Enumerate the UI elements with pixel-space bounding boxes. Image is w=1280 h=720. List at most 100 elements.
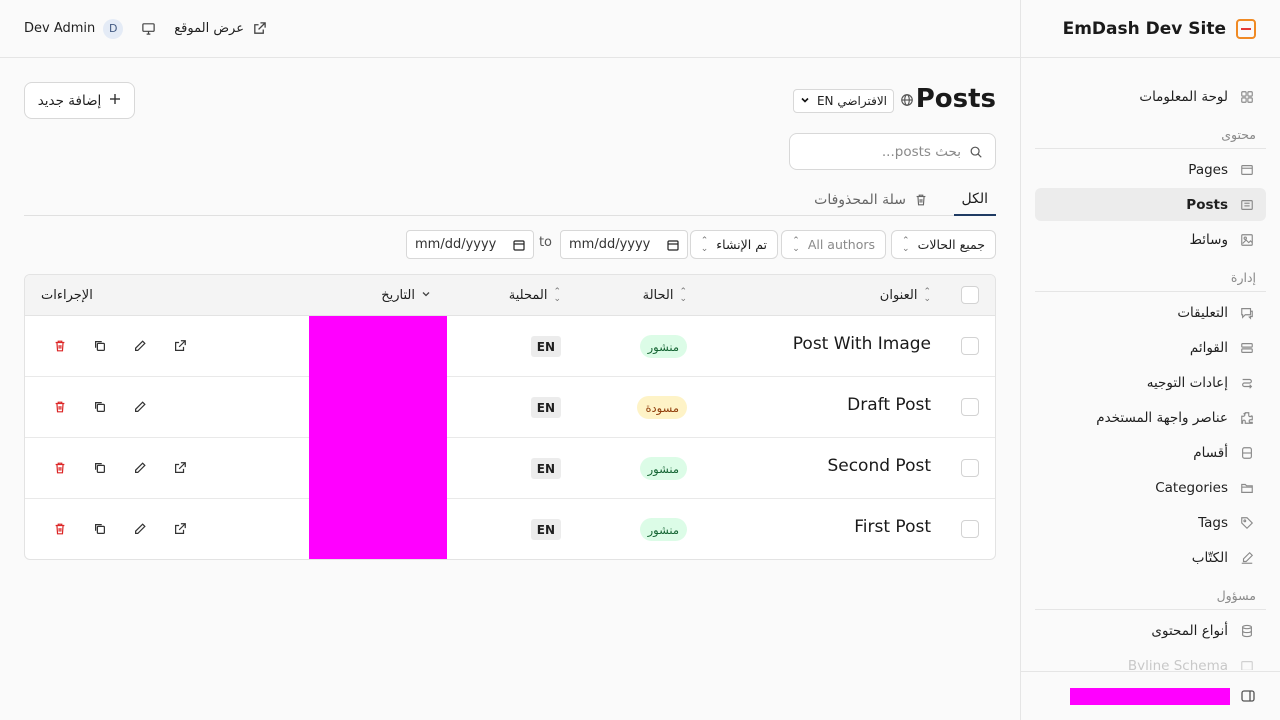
sidebar-item-sections[interactable]: أقسام (1035, 436, 1266, 469)
post-title-link[interactable]: Second Post (827, 456, 931, 476)
sidebar-item-categories[interactable]: Categories (1035, 471, 1266, 504)
external-link-icon (252, 21, 267, 36)
post-title-link[interactable]: First Post (854, 517, 931, 537)
sort-filter[interactable]: ⌃ ⌄ تم الإنشاء (689, 230, 778, 259)
authors-filter-value: All authors (807, 237, 875, 252)
column-title-label: العنوان (879, 288, 918, 303)
top-bar: Dev Admin D عرض الموقع (0, 0, 1020, 58)
row-checkbox[interactable] (961, 398, 979, 416)
site-logo-icon (1236, 18, 1256, 39)
sidebar-item-redirects[interactable]: إعادات التوجيه (1035, 366, 1266, 399)
open-external-icon[interactable] (173, 339, 187, 353)
status-filter[interactable]: ⌃ ⌄ جميع الحالات (891, 230, 996, 259)
sidebar-item-tags[interactable]: Tags (1035, 506, 1266, 539)
sidebar-toggle-icon[interactable] (1240, 688, 1256, 704)
column-status-label: الحالة (642, 288, 674, 303)
date-to-input[interactable]: mm/dd/yyyy (560, 230, 688, 259)
post-title-link[interactable]: Post With Image (793, 334, 931, 354)
posts-icon (1240, 198, 1254, 212)
redacted-date-cell (309, 499, 447, 559)
chevron-down-icon (421, 288, 431, 303)
sidebar-item-label: Posts (1186, 196, 1228, 213)
row-checkbox[interactable] (961, 337, 979, 355)
table-row: First Post منشور EN (25, 499, 995, 559)
post-title-link[interactable]: Draft Post (847, 395, 931, 415)
status-badge: منشور (639, 457, 687, 480)
locale-select[interactable]: EN الافتراضي (793, 89, 894, 113)
database-icon (1240, 624, 1254, 638)
edit-icon[interactable] (133, 461, 147, 475)
duplicate-icon[interactable] (93, 400, 107, 414)
column-date-label: التاريخ (381, 288, 415, 303)
sidebar-item-media[interactable]: وسائط (1035, 223, 1266, 256)
date-from-input[interactable]: mm/dd/yyyy (406, 230, 534, 259)
tag-icon (1240, 516, 1254, 530)
select-all-checkbox[interactable] (961, 286, 979, 304)
chevron-updown-icon: ⌃ ⌄ (792, 235, 800, 254)
delete-icon[interactable] (53, 400, 67, 414)
locale-badge: EN (530, 397, 561, 418)
monitor-icon[interactable] (141, 21, 156, 36)
search-input[interactable]: بحث posts... (789, 133, 996, 170)
edit-icon[interactable] (133, 522, 147, 536)
sidebar-item-label: وسائط (1189, 231, 1228, 248)
avatar[interactable]: D (103, 18, 124, 39)
sidebar-item-label: إعادات التوجيه (1146, 374, 1228, 391)
sidebar-footer (1021, 671, 1280, 720)
redacted-date-cell (309, 438, 447, 499)
menus-icon (1240, 341, 1254, 355)
user-name[interactable]: Dev Admin (24, 21, 95, 36)
sidebar-item-label: الكتّاب (1191, 549, 1228, 566)
sidebar-item-content-types[interactable]: أنواع المحتوى (1035, 614, 1266, 647)
sidebar-item-authors[interactable]: الكتّاب (1035, 541, 1266, 574)
posts-table: العنوان ⌃ ⌄ الحالة ⌃ ⌄ المحلية ⌃ ⌄ التاريخ … (24, 274, 996, 560)
sidebar-item-label: Categories (1155, 479, 1228, 496)
sort-filter-value: تم الإنشاء (716, 237, 767, 252)
sidebar-item-byline-schema[interactable]: Byline Schema (1035, 649, 1266, 670)
locale-select-value: EN الافتراضي (816, 94, 887, 108)
sidebar-item-comments[interactable]: التعليقات (1035, 296, 1266, 329)
sidebar-item-label: القوائم (1189, 339, 1228, 356)
add-new-button[interactable]: إضافة جديد (24, 82, 135, 119)
sidebar-item-pages[interactable]: Pages (1035, 153, 1266, 186)
sidebar-item-dashboard[interactable]: لوحة المعلومات (1035, 80, 1266, 113)
tab-all[interactable]: الكل (953, 184, 996, 216)
column-date-header[interactable]: التاريخ (381, 275, 431, 316)
chevron-down-icon (800, 94, 810, 108)
title-row: إضافة جديد EN الافتراضي Posts (24, 58, 996, 142)
open-external-icon[interactable] (173, 461, 187, 475)
column-title-header[interactable]: العنوان ⌃ ⌄ (880, 275, 931, 316)
view-site-link[interactable]: عرض الموقع (174, 21, 267, 36)
duplicate-icon[interactable] (93, 522, 107, 536)
duplicate-icon[interactable] (93, 461, 107, 475)
open-external-icon[interactable] (173, 522, 187, 536)
row-checkbox[interactable] (961, 459, 979, 477)
locale-badge: EN (530, 336, 561, 357)
authors-filter[interactable]: ⌃ ⌄ All authors (781, 230, 886, 259)
tab-trash[interactable]: سلة المحذوفات (814, 184, 928, 216)
trash-icon (914, 193, 928, 207)
status-badge: منشور (639, 335, 687, 358)
sidebar-item-menus[interactable]: القوائم (1035, 331, 1266, 364)
sidebar-item-label: لوحة المعلومات (1139, 88, 1228, 105)
sort-icon: ⌃ ⌄ (679, 286, 687, 304)
sidebar: EmDash Dev Site لوحة المعلومات محتوى Pag… (1020, 0, 1280, 720)
column-status-header[interactable]: الحالة ⌃ ⌄ (643, 275, 687, 316)
sidebar-item-widgets[interactable]: عناصر واجهة المستخدم (1035, 401, 1266, 434)
sidebar-item-label: أقسام (1193, 444, 1228, 461)
edit-icon[interactable] (133, 400, 147, 414)
table-row: Second Post منشور EN (25, 438, 995, 499)
sidebar-item-label: Tags (1198, 514, 1228, 531)
widgets-icon (1240, 411, 1254, 425)
sidebar-item-label: عناصر واجهة المستخدم (1096, 409, 1228, 426)
duplicate-icon[interactable] (93, 339, 107, 353)
sidebar-item-posts[interactable]: Posts (1035, 188, 1266, 221)
row-checkbox[interactable] (961, 520, 979, 538)
delete-icon[interactable] (53, 522, 67, 536)
column-locale-header[interactable]: المحلية ⌃ ⌄ (509, 275, 561, 316)
edit-icon[interactable] (133, 339, 147, 353)
delete-icon[interactable] (53, 339, 67, 353)
delete-icon[interactable] (53, 461, 67, 475)
filters-row: ⌃ ⌄ جميع الحالات ⌃ ⌄ All authors ⌃ ⌄ تم الإ… (406, 230, 996, 260)
comments-icon (1240, 306, 1254, 320)
